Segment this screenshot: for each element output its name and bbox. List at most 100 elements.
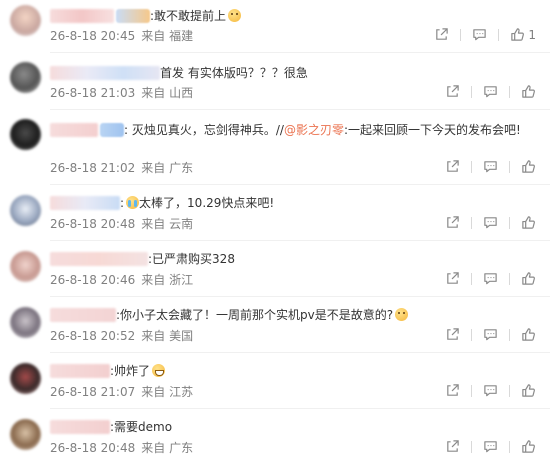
action-divider <box>471 216 472 229</box>
comment-text: :需要demo <box>50 417 540 437</box>
username-blurred[interactable] <box>50 196 120 210</box>
comment-actions <box>445 439 536 454</box>
share-icon[interactable] <box>445 439 460 454</box>
mention-link[interactable]: @影之刃零 <box>284 123 344 137</box>
action-divider <box>498 28 500 41</box>
comment-text: :敢不敢提前上 <box>50 6 540 26</box>
like-button[interactable]: 1 <box>510 27 536 42</box>
like-icon[interactable] <box>521 327 536 342</box>
comment-actions <box>445 215 536 230</box>
action-divider <box>460 28 462 41</box>
comment-text: :你小子太会藏了！一周前那个实机pv是不是故意的? <box>50 305 540 325</box>
comment-icon[interactable] <box>483 159 498 174</box>
avatar[interactable] <box>10 5 41 36</box>
timestamp: 26-8-18 20:52 <box>50 329 136 343</box>
username-blurred[interactable] <box>50 308 116 322</box>
like-icon[interactable] <box>521 215 536 230</box>
separator <box>50 296 550 297</box>
username-blurred[interactable] <box>50 66 160 80</box>
like-icon[interactable] <box>521 159 536 174</box>
comment-text: :已严肃购买328 <box>50 249 540 269</box>
comment-icon[interactable] <box>483 439 498 454</box>
comment-meta: 26-8-18 20:48 来自 云南 <box>50 216 193 232</box>
location: 山西 <box>169 86 194 100</box>
user-badge <box>116 9 150 23</box>
comment-icon[interactable] <box>483 215 498 230</box>
avatar[interactable] <box>10 195 41 226</box>
share-icon[interactable] <box>445 327 460 342</box>
action-divider <box>471 160 472 173</box>
location: 福建 <box>169 29 194 43</box>
username-blurred[interactable] <box>50 420 110 434</box>
comment-actions <box>445 271 536 286</box>
timestamp: 26-8-18 20:48 <box>50 217 136 231</box>
separator <box>50 109 550 110</box>
like-icon[interactable] <box>521 383 536 398</box>
share-icon[interactable] <box>445 383 460 398</box>
timestamp: 26-8-18 21:02 <box>50 161 136 175</box>
comment-content: 灭烛见真火，忘剑得神兵。// <box>131 123 284 137</box>
like-icon[interactable] <box>521 439 536 454</box>
source-label: 来自 <box>141 441 166 455</box>
share-icon[interactable] <box>445 159 460 174</box>
comment-meta: 26-8-18 20:52 来自 美国 <box>50 328 193 344</box>
comment-content: 你小子太会藏了！一周前那个实机pv是不是故意的? <box>120 308 394 322</box>
action-divider <box>509 328 510 341</box>
wink-emoji-icon <box>228 9 242 22</box>
source-label: 来自 <box>141 217 166 231</box>
source-label: 来自 <box>141 86 166 100</box>
user-badge <box>100 123 124 137</box>
comment-icon[interactable] <box>483 271 498 286</box>
action-divider <box>471 384 472 397</box>
like-icon[interactable] <box>521 271 536 286</box>
comment-actions: 1 <box>434 27 536 42</box>
action-divider <box>471 272 472 285</box>
avatar[interactable] <box>10 363 41 394</box>
like-icon[interactable] <box>521 84 536 99</box>
action-divider <box>471 440 472 453</box>
avatar[interactable] <box>10 419 41 450</box>
avatar[interactable] <box>10 307 41 338</box>
comment-text: :帅炸了 <box>50 361 540 381</box>
comment-icon[interactable] <box>483 327 498 342</box>
location: 浙江 <box>169 273 194 287</box>
comment-content-continued: :一起来回顾一下今天的发布会吧! <box>343 123 521 137</box>
action-divider <box>509 216 510 229</box>
location: 云南 <box>169 217 194 231</box>
action-divider <box>509 272 510 285</box>
comment-meta: 26-8-18 20:46 来自 浙江 <box>50 272 193 288</box>
source-label: 来自 <box>141 161 166 175</box>
share-icon[interactable] <box>445 215 460 230</box>
share-icon[interactable] <box>434 27 449 42</box>
action-divider <box>509 384 510 397</box>
like-count: 1 <box>528 27 536 42</box>
avatar[interactable] <box>10 119 41 150</box>
comment-meta: 26-8-18 20:48 来自 广东 <box>50 440 193 456</box>
location: 广东 <box>169 161 194 175</box>
share-icon[interactable] <box>445 271 460 286</box>
source-label: 来自 <box>141 329 166 343</box>
username-blurred[interactable] <box>50 123 98 137</box>
username-blurred[interactable] <box>50 364 110 378</box>
location: 美国 <box>169 329 194 343</box>
action-divider <box>471 328 472 341</box>
location: 广东 <box>169 441 194 455</box>
avatar[interactable] <box>10 251 41 282</box>
comment-content: 敢不敢提前上 <box>154 9 227 23</box>
share-icon[interactable] <box>445 84 460 99</box>
timestamp: 26-8-18 20:46 <box>50 273 136 287</box>
comment-icon[interactable] <box>472 27 487 42</box>
location: 江苏 <box>169 385 194 399</box>
comment-icon[interactable] <box>483 84 498 99</box>
avatar[interactable] <box>10 62 41 93</box>
comment-actions <box>445 159 536 174</box>
crying-emoji-icon <box>126 196 140 209</box>
source-label: 来自 <box>141 29 166 43</box>
username-blurred[interactable] <box>50 252 148 266</box>
comment-icon[interactable] <box>483 383 498 398</box>
comment-meta: 26-8-18 20:45 来自 福建 <box>50 28 193 44</box>
comment-content: 首发 有实体版吗？？？很急 <box>160 66 308 80</box>
separator <box>50 352 550 353</box>
username-blurred[interactable] <box>50 9 114 23</box>
timestamp: 26-8-18 21:03 <box>50 86 136 100</box>
